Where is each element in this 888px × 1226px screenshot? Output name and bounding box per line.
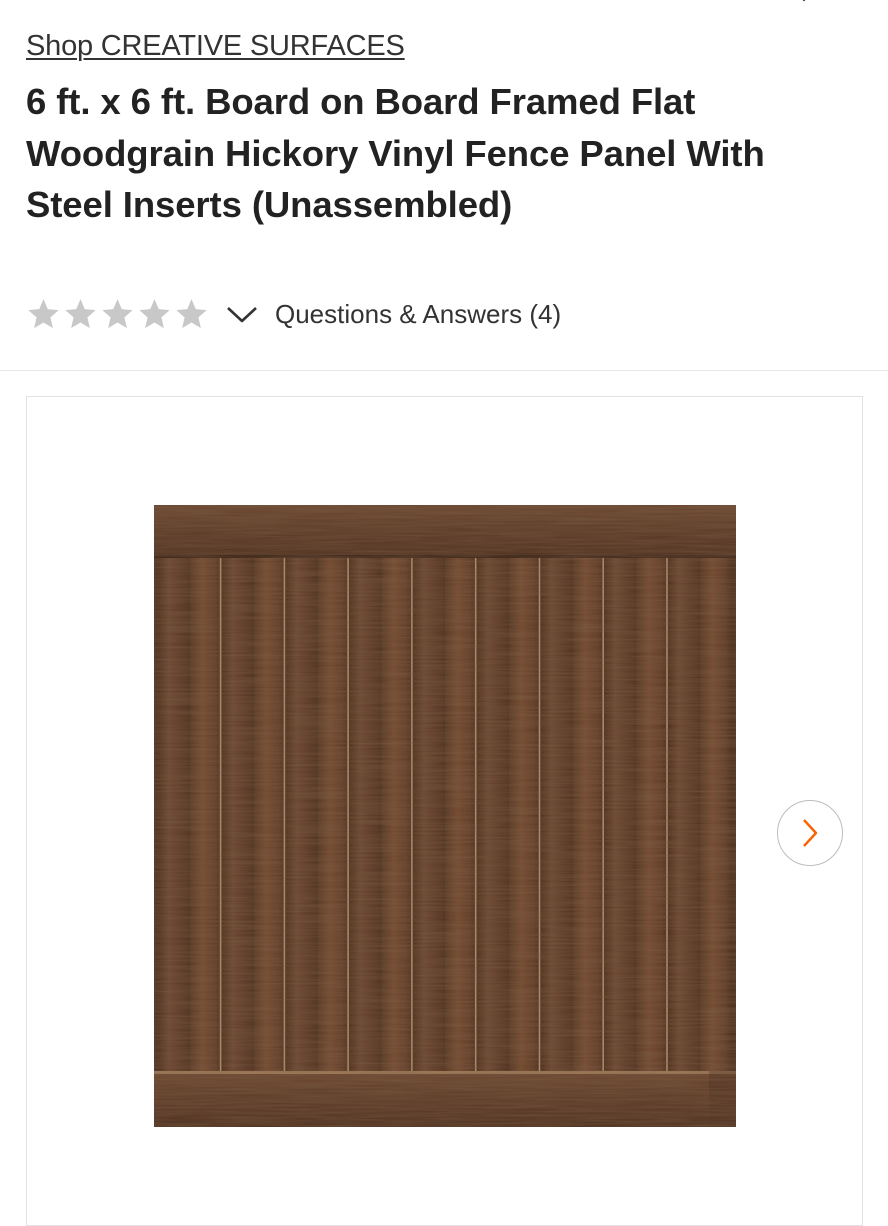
product-image-gallery[interactable]	[26, 396, 863, 1226]
divider	[0, 370, 888, 371]
star-icon	[176, 299, 207, 329]
fence-panel-graphic	[154, 505, 736, 1127]
product-title: 6 ft. x 6 ft. Board on Board Framed Flat…	[26, 81, 765, 225]
star-icon	[102, 299, 133, 329]
questions-answers-link[interactable]: Questions & Answers (4)	[275, 299, 561, 330]
chevron-right-icon	[803, 819, 818, 847]
star-icon	[139, 299, 170, 329]
chevron-down-icon[interactable]	[796, 0, 812, 6]
fence-panel-image	[154, 505, 736, 1127]
star-icon	[28, 299, 59, 329]
star-rating[interactable]	[26, 297, 209, 331]
rating-row: Questions & Answers (4)	[26, 294, 561, 334]
brand-link[interactable]: Shop CREATIVE SURFACES	[26, 30, 405, 63]
next-image-button[interactable]	[777, 800, 843, 866]
chevron-down-icon[interactable]	[225, 302, 259, 326]
star-icon	[65, 299, 96, 329]
